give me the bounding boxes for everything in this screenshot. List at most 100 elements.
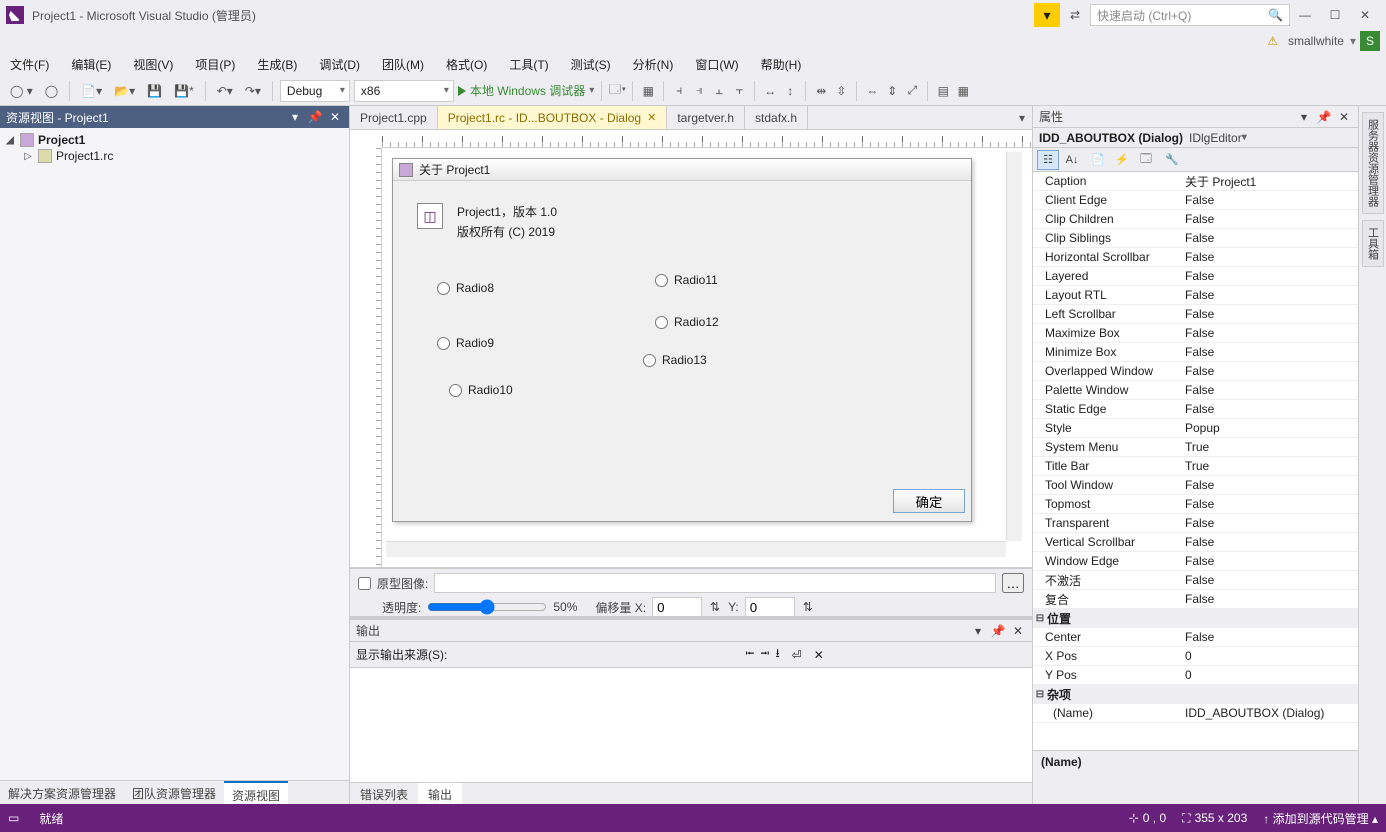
design-canvas[interactable]: 关于 Project1 ◫ Project1，版本 1.0 版权所有 (C) 2… — [386, 152, 1022, 557]
center-v-button[interactable]: ↕ — [782, 83, 798, 99]
property-row[interactable]: TransparentFalse — [1033, 514, 1358, 533]
minimize-button[interactable]: — — [1290, 4, 1320, 26]
editor-tab[interactable]: Project1.cpp — [350, 106, 438, 129]
about-dialog[interactable]: 关于 Project1 ◫ Project1，版本 1.0 版权所有 (C) 2… — [392, 158, 972, 522]
editor-tab[interactable]: Project1.rc - ID...BOUTBOX - Dialog✕ — [438, 106, 668, 129]
property-row[interactable]: Left ScrollbarFalse — [1033, 305, 1358, 324]
property-row[interactable]: 复合False — [1033, 590, 1358, 609]
align-top-button[interactable]: ⫠ — [711, 83, 727, 99]
menu-item[interactable]: 文件(F) — [4, 54, 55, 75]
scrollbar-horizontal[interactable] — [386, 541, 1006, 557]
scrollbar-vertical[interactable] — [1006, 152, 1022, 541]
close-icon[interactable]: ✕ — [1010, 624, 1026, 638]
expand-icon[interactable]: ▷ — [22, 151, 34, 162]
categorized-button[interactable]: ☷ — [1037, 150, 1059, 170]
menu-item[interactable]: 视图(V) — [127, 54, 179, 75]
property-pages-button[interactable]: 🔧 — [1161, 150, 1183, 170]
offset-x-input[interactable] — [652, 597, 702, 617]
quick-launch-input[interactable]: 快速启动 (Ctrl+Q) 🔍 — [1090, 4, 1290, 26]
property-row[interactable]: Clip ChildrenFalse — [1033, 210, 1358, 229]
save-all-button[interactable]: 💾* — [170, 82, 198, 100]
toggle-grid-button[interactable]: ▦ — [640, 83, 656, 99]
radio8[interactable]: Radio8 — [437, 281, 494, 295]
proto-image-checkbox[interactable] — [358, 577, 371, 590]
bottom-tab[interactable]: 解决方案资源管理器 — [0, 781, 124, 804]
close-icon[interactable]: ✕ — [1336, 110, 1352, 124]
property-row[interactable]: (Name)IDD_ABOUTBOX (Dialog) — [1033, 704, 1358, 723]
version-label[interactable]: Project1，版本 1.0 — [457, 203, 557, 220]
center-h-button[interactable]: ↔ — [762, 83, 778, 99]
property-row[interactable]: Horizontal ScrollbarFalse — [1033, 248, 1358, 267]
config-combo[interactable]: Debug — [280, 80, 350, 102]
pin-icon[interactable]: 📌 — [990, 624, 1006, 638]
property-row[interactable]: Y Pos0 — [1033, 666, 1358, 685]
goto-prev-button[interactable]: ⭰ — [745, 644, 754, 665]
property-row[interactable]: System MenuTrue — [1033, 438, 1358, 457]
bottom-tab[interactable]: 资源视图 — [224, 781, 288, 804]
property-object-combo[interactable]: IDD_ABOUTBOX (Dialog) IDlgEditor ▾ — [1033, 128, 1358, 148]
property-row[interactable]: X Pos0 — [1033, 647, 1358, 666]
menu-item[interactable]: 编辑(E) — [65, 54, 117, 75]
radio10[interactable]: Radio10 — [449, 383, 513, 397]
server-explorer-tab[interactable]: 服务器资源管理器 — [1362, 112, 1384, 214]
radio12[interactable]: Radio12 — [655, 315, 719, 329]
dialog-body[interactable]: ◫ Project1，版本 1.0 版权所有 (C) 2019 Radio8 R… — [393, 181, 971, 521]
menu-item[interactable]: 窗口(W) — [689, 54, 744, 75]
messages-button[interactable]: ⚡ — [1111, 150, 1133, 170]
clear-all-button[interactable]: ✕ — [814, 648, 824, 662]
output-text[interactable] — [350, 668, 1032, 782]
close-icon[interactable]: ✕ — [327, 110, 343, 124]
space-v-button[interactable]: ⇳ — [833, 83, 849, 99]
save-button[interactable]: 💾 — [143, 82, 166, 100]
user-name[interactable]: smallwhite — [1288, 34, 1344, 48]
menu-item[interactable]: 格式(O) — [440, 54, 493, 75]
tree-root[interactable]: ◢ Project1 — [4, 132, 345, 148]
align-right-button[interactable]: ⫣ — [691, 83, 707, 99]
test-dialog-button[interactable]: 🗔▾ — [609, 83, 625, 99]
same-width-button[interactable]: ⇔ — [864, 83, 880, 99]
property-row[interactable]: Static EdgeFalse — [1033, 400, 1358, 419]
property-row[interactable]: Palette WindowFalse — [1033, 381, 1358, 400]
toolbox-tab[interactable]: 工具箱 — [1362, 220, 1384, 267]
ok-button[interactable]: 确定 — [893, 489, 965, 513]
close-icon[interactable]: ✕ — [647, 111, 656, 124]
goto-next-button[interactable]: ⭲ — [760, 644, 769, 665]
property-row[interactable]: 不激活False — [1033, 571, 1358, 590]
app-icon[interactable]: ◫ — [417, 203, 443, 229]
property-row[interactable]: Minimize BoxFalse — [1033, 343, 1358, 362]
feedback-icon[interactable]: ⇄ — [1060, 4, 1090, 26]
browse-button[interactable]: … — [1002, 573, 1024, 593]
output-tab[interactable]: 错误列表 — [350, 783, 418, 804]
bottom-tab[interactable]: 团队资源管理器 — [124, 781, 224, 804]
control-events-button[interactable]: 📄 — [1087, 150, 1109, 170]
start-debug-button[interactable]: 本地 Windows 调试器▾ — [458, 82, 594, 99]
dialog-titlebar[interactable]: 关于 Project1 — [393, 159, 971, 181]
dialog-designer[interactable]: 关于 Project1 ◫ Project1，版本 1.0 版权所有 (C) 2… — [350, 130, 1032, 568]
property-row[interactable]: Clip SiblingsFalse — [1033, 229, 1358, 248]
align-bottom-button[interactable]: ⫟ — [731, 83, 747, 99]
menu-item[interactable]: 调试(D) — [313, 54, 366, 75]
space-h-button[interactable]: ⇹ — [813, 83, 829, 99]
align-left-button[interactable]: ⫞ — [671, 83, 687, 99]
menu-item[interactable]: 测试(S) — [565, 54, 617, 75]
platform-combo[interactable]: x86 — [354, 80, 454, 102]
word-wrap-button[interactable]: ⏎ — [792, 648, 802, 662]
menu-item[interactable]: 生成(B) — [251, 54, 303, 75]
clear-button[interactable]: ⭳ — [775, 644, 779, 665]
property-row[interactable]: Tool WindowFalse — [1033, 476, 1358, 495]
tab-overflow-button[interactable]: ▾ — [1012, 106, 1032, 129]
radio13[interactable]: Radio13 — [643, 353, 707, 367]
property-row[interactable]: Client EdgeFalse — [1033, 191, 1358, 210]
property-row[interactable]: Maximize BoxFalse — [1033, 324, 1358, 343]
editor-tab[interactable]: stdafx.h — [745, 106, 808, 129]
radio11[interactable]: Radio11 — [655, 273, 718, 287]
property-row[interactable]: Vertical ScrollbarFalse — [1033, 533, 1358, 552]
grid-settings-button[interactable]: ▦ — [955, 83, 971, 99]
proto-image-path[interactable] — [434, 573, 996, 593]
nav-back-button[interactable]: ◯ ▾ — [6, 82, 37, 100]
output-tab[interactable]: 输出 — [418, 783, 462, 804]
panel-dropdown-icon[interactable]: ▾ — [970, 624, 986, 638]
notifications-icon[interactable]: ▾ — [1034, 3, 1060, 27]
panel-dropdown-icon[interactable]: ▾ — [1296, 110, 1312, 124]
menu-item[interactable]: 项目(P) — [189, 54, 241, 75]
